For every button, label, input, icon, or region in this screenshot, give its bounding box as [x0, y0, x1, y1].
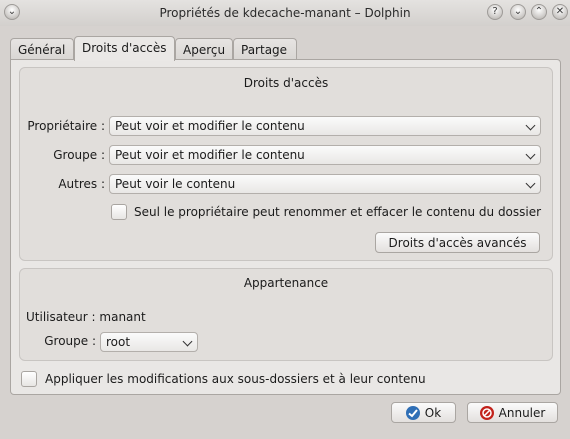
permissions-group-title: Droits d'accès — [243, 76, 329, 90]
close-icon[interactable]: ✕ — [552, 4, 568, 20]
others-permission-value: Peut voir le contenu — [115, 177, 236, 191]
ownership-group-select[interactable]: root — [100, 332, 198, 352]
group-permission-select[interactable]: Peut voir et modifier le contenu — [109, 145, 541, 165]
tab-sharing[interactable]: Partage — [233, 38, 297, 60]
maximize-icon[interactable]: ⌃ — [531, 4, 547, 20]
tab-preview[interactable]: Aperçu — [175, 38, 233, 60]
help-icon[interactable]: ? — [487, 4, 503, 20]
chevron-down-icon — [525, 178, 536, 189]
window-title: Propriétés de kdecache-manant – Dolphin — [159, 6, 411, 20]
owner-permission-value: Peut voir et modifier le contenu — [115, 119, 305, 133]
title-bar: ⌄ Propriétés de kdecache-manant – Dolphi… — [0, 0, 570, 26]
checkmark-icon — [405, 406, 420, 420]
only-owner-checkbox[interactable] — [111, 204, 127, 220]
only-owner-checkbox-label[interactable]: Seul le propriétaire peut renommer et ef… — [134, 205, 541, 219]
ownership-group-value: root — [106, 335, 131, 349]
apply-recursive-checkbox-label[interactable]: Appliquer les modifications aux sous-dos… — [45, 372, 426, 386]
tab-panel: Droits d'accès Propriétaire : Peut voir … — [10, 59, 561, 395]
group-label: Groupe : — [53, 148, 105, 162]
chevron-down-icon — [525, 120, 536, 131]
others-label: Autres : — [58, 177, 105, 191]
others-permission-select[interactable]: Peut voir le contenu — [109, 174, 541, 194]
cancel-button[interactable]: Annuler — [467, 402, 558, 423]
tab-general[interactable]: Général — [10, 38, 74, 60]
chevron-down-icon — [182, 336, 193, 347]
ownership-group-title: Appartenance — [243, 276, 329, 290]
minimize-icon[interactable]: ⌄ — [510, 4, 526, 20]
apply-recursive-checkbox[interactable] — [21, 371, 37, 387]
tab-permissions[interactable]: Droits d'accès — [74, 36, 175, 61]
user-text: Utilisateur : manant — [26, 310, 146, 324]
owner-label: Propriétaire : — [27, 119, 105, 133]
ok-button-label: Ok — [424, 406, 442, 420]
owner-permission-select[interactable]: Peut voir et modifier le contenu — [109, 116, 541, 136]
group-permission-value: Peut voir et modifier le contenu — [115, 148, 305, 162]
advanced-permissions-button[interactable]: Droits d'accès avancés — [375, 232, 540, 253]
ownership-group-label: Groupe : — [44, 334, 96, 348]
chevron-down-icon — [525, 149, 536, 160]
cancel-icon — [479, 406, 494, 420]
cancel-button-label: Annuler — [498, 406, 546, 420]
ok-button[interactable]: Ok — [391, 402, 456, 423]
